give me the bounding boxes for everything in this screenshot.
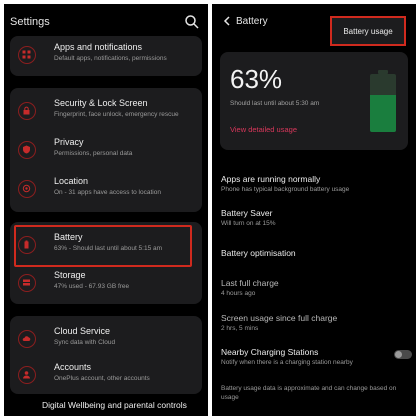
- toggle-knob: [395, 351, 402, 358]
- item-title: Digital Wellbeing and parental controls: [42, 400, 187, 410]
- page-title: Settings: [10, 16, 50, 28]
- item-subtitle: Notify when there is a charging station …: [221, 359, 353, 366]
- settings-group-accounts: Cloud Service Sync data with Cloud Accou…: [10, 316, 202, 394]
- battery-percentage: 63%: [230, 64, 283, 94]
- item-subtitle: 4 hours ago: [221, 290, 256, 297]
- privacy-icon: [18, 141, 36, 159]
- item-subtitle: Sync data with Cloud: [54, 339, 116, 346]
- settings-screen: Settings Apps and notifications Default …: [4, 4, 208, 416]
- storage-icon: [18, 274, 36, 292]
- item-subtitle: Permissions, personal data: [54, 150, 133, 157]
- lock-icon: [18, 102, 36, 120]
- battery-body: [370, 74, 396, 132]
- item-title: Security & Lock Screen: [54, 98, 148, 108]
- battery-fill: [370, 95, 396, 132]
- item-subtitle: On - 31 apps have access to location: [54, 189, 161, 196]
- battery-saver-item[interactable]: Battery Saver Will turn on at 15%: [221, 208, 413, 227]
- battery-usage-button[interactable]: Battery usage: [330, 16, 406, 46]
- item-title: Nearby Charging Stations: [221, 347, 319, 357]
- item-title: Apps and notifications: [54, 42, 143, 52]
- settings-item-accounts[interactable]: Accounts OnePlus account, other accounts: [10, 358, 202, 394]
- screen-usage-item: Screen usage since full charge 2 hrs, 5 …: [221, 313, 413, 332]
- cloud-icon: [18, 330, 36, 348]
- item-title: Location: [54, 176, 89, 186]
- battery-usage-note: Battery usage data is approximate and ca…: [221, 385, 397, 401]
- back-arrow-icon[interactable]: [220, 14, 234, 28]
- item-subtitle: Phone has typical background battery usa…: [221, 186, 350, 193]
- item-subtitle: 2 hrs, 5 mins: [221, 325, 259, 332]
- battery-screen: Battery Battery usage 63% Should last un…: [212, 4, 416, 416]
- last-full-charge-item: Last full charge 4 hours ago: [221, 278, 413, 297]
- item-title: Last full charge: [221, 278, 279, 288]
- account-icon: [18, 366, 36, 384]
- item-title: Screen usage since full charge: [221, 313, 338, 323]
- apps-icon: [18, 46, 36, 64]
- view-detailed-usage-link[interactable]: View detailed usage: [230, 125, 297, 134]
- item-title: Apps are running normally: [221, 174, 321, 184]
- item-subtitle: OnePlus account, other accounts: [54, 375, 150, 382]
- nearby-charging-toggle[interactable]: [394, 350, 412, 359]
- settings-item-location[interactable]: Location On - 31 apps have access to loc…: [10, 172, 202, 208]
- battery-estimate: Should last until about 5:30 am: [230, 100, 320, 107]
- item-subtitle: 47% used - 67.93 GB free: [54, 283, 130, 290]
- item-title: Battery Saver: [221, 208, 273, 218]
- battery-level-icon: [370, 70, 396, 132]
- search-icon[interactable]: [184, 14, 200, 30]
- settings-header: Settings: [10, 14, 202, 34]
- location-icon: [18, 180, 36, 198]
- item-title: Cloud Service: [54, 326, 111, 336]
- settings-group-apps: Apps and notifications Default apps, not…: [10, 36, 202, 76]
- item-title: Privacy: [54, 137, 84, 147]
- settings-item-cloud[interactable]: Cloud Service Sync data with Cloud: [10, 322, 202, 358]
- item-title: Accounts: [54, 362, 92, 372]
- settings-item-apps[interactable]: Apps and notifications Default apps, not…: [10, 38, 202, 74]
- settings-item-digital-wellbeing[interactable]: Digital Wellbeing and parental controls: [10, 398, 202, 416]
- item-title: Storage: [54, 270, 86, 280]
- battery-status-card: 63% Should last until about 5:30 am View…: [220, 52, 408, 150]
- item-subtitle: Default apps, notifications, permissions: [54, 55, 167, 62]
- settings-item-storage[interactable]: Storage 47% used - 67.93 GB free: [10, 266, 202, 302]
- battery-optimisation-item[interactable]: Battery optimisation: [221, 248, 413, 258]
- item-subtitle: Fingerprint, face unlock, emergency resc…: [54, 111, 179, 118]
- settings-item-security[interactable]: Security & Lock Screen Fingerprint, face…: [10, 94, 202, 130]
- battery-highlight-box: [14, 225, 192, 267]
- settings-group-security: Security & Lock Screen Fingerprint, face…: [10, 88, 202, 212]
- item-subtitle: Will turn on at 15%: [221, 220, 276, 227]
- nearby-charging-item[interactable]: Nearby Charging Stations Notify when the…: [221, 347, 413, 366]
- page-title: Battery: [236, 16, 268, 27]
- item-title: Battery optimisation: [221, 248, 296, 258]
- apps-running-status[interactable]: Apps are running normally Phone has typi…: [221, 174, 413, 193]
- settings-item-privacy[interactable]: Privacy Permissions, personal data: [10, 133, 202, 169]
